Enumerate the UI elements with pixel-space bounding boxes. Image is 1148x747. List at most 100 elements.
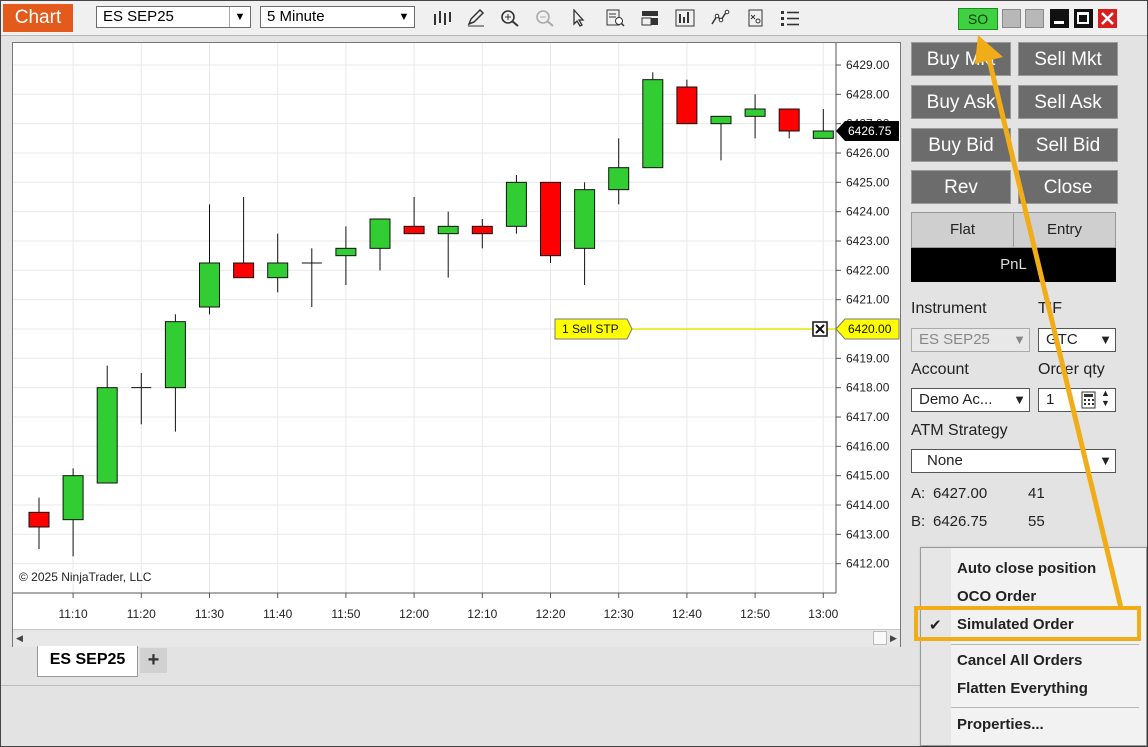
copyright-text: © 2025 NinjaTrader, LLC [19, 570, 152, 584]
candle-body [642, 79, 664, 169]
y-tick-label: 6422.00 [846, 263, 890, 277]
bars-icon[interactable] [431, 8, 453, 28]
x-tick-label: 12:00 [399, 607, 429, 621]
buy-mkt-button[interactable]: Buy Mkt [911, 42, 1011, 76]
x-tick-label: 12:30 [604, 607, 634, 621]
y-tick-label: 6425.00 [846, 175, 890, 189]
x-tick-label: 11:40 [263, 607, 292, 621]
chevron-down-icon: ▼ [1099, 332, 1112, 347]
x-tick-label: 11:50 [331, 607, 360, 621]
close-position-button[interactable]: Close [1018, 170, 1118, 204]
instrument-select: ES SEP25 ▼ [911, 328, 1030, 352]
toggle-icon[interactable] [639, 8, 661, 28]
y-tick-label: 6417.00 [846, 410, 890, 424]
toolbar: Chart ES SEP25 ▼ 5 Minute ▼ SO [1, 1, 1147, 36]
menu-item-flatten-everything[interactable]: Flatten Everything [957, 680, 1088, 697]
position-flat-label: Flat [949, 221, 975, 238]
atm-strategy-select[interactable]: None ▼ [911, 449, 1116, 473]
indicators-icon[interactable] [709, 8, 731, 28]
context-menu: Auto close position OCO Order ✔ Simulate… [920, 547, 1147, 746]
x-tick-label: 12:10 [467, 607, 497, 621]
x-tick-label: 11:30 [195, 607, 224, 621]
pencil-icon[interactable] [465, 8, 487, 28]
candle-body [812, 130, 834, 139]
candle-body [710, 115, 732, 125]
order-price-label: 6420.00 [848, 322, 892, 336]
menu-item-properties[interactable]: Properties... [957, 716, 1044, 733]
candle-body [28, 511, 50, 528]
order-qty-field[interactable]: 1 ▲ ▼ [1038, 388, 1116, 412]
zoom-in-icon[interactable] [499, 8, 521, 28]
scroll-right-icon[interactable]: ▶ [890, 633, 897, 644]
qty-stepper-icon[interactable]: ▲ ▼ [1101, 388, 1110, 408]
instrument-selector[interactable]: ES SEP25 ▼ [96, 6, 251, 28]
candle-body [335, 247, 357, 257]
account-select[interactable]: Demo Ac... ▼ [911, 388, 1030, 412]
pnl-display: PnL [911, 248, 1116, 282]
menu-item-auto-close-position[interactable]: Auto close position [957, 560, 1096, 577]
data-box-icon[interactable] [604, 8, 626, 28]
position-status: Flat Entry [911, 212, 1116, 248]
buy-ask-button[interactable]: Buy Ask [911, 85, 1011, 119]
sell-ask-button[interactable]: Sell Ask [1018, 85, 1118, 119]
candle-body [62, 475, 84, 521]
y-tick-label: 6413.00 [846, 527, 890, 541]
instrument-select-value: ES SEP25 [919, 331, 990, 348]
minimize-icon[interactable] [1050, 9, 1069, 28]
properties-icon[interactable] [779, 8, 801, 28]
sell-mkt-button[interactable]: Sell Mkt [1018, 42, 1118, 76]
y-tick-label: 6416.00 [846, 439, 890, 453]
chevron-down-icon: ▼ [229, 7, 250, 27]
tif-select-value: GTC [1046, 331, 1078, 348]
order-tag-label: 1 Sell STP [562, 322, 619, 336]
account-label: Account [911, 361, 969, 378]
candle-body [608, 167, 630, 191]
atm-strategy-value: None [927, 452, 963, 469]
candle-body [369, 218, 391, 249]
menu-item-cancel-all-orders[interactable]: Cancel All Orders [957, 652, 1082, 669]
y-tick-label: 6414.00 [846, 498, 890, 512]
y-tick-label: 6428.00 [846, 87, 890, 101]
horizontal-scrollbar[interactable]: ◀ ▶ [13, 629, 900, 647]
close-icon[interactable] [1098, 9, 1117, 28]
y-tick-label: 6412.00 [846, 557, 890, 571]
tab-es-sep25[interactable]: ES SEP25 [37, 646, 138, 677]
candle-body [233, 262, 255, 279]
reverse-button[interactable]: Rev [911, 170, 1011, 204]
pointer-icon[interactable] [568, 8, 590, 28]
chart-window: Chart ES SEP25 ▼ 5 Minute ▼ SO 1 Sell ST… [0, 0, 1148, 747]
x-tick-label: 13:00 [808, 607, 838, 621]
interval-selector[interactable]: 5 Minute ▼ [260, 6, 415, 28]
maximize-icon[interactable] [1074, 9, 1093, 28]
ask-price: 6427.00 [933, 485, 988, 502]
candle-body [540, 181, 561, 257]
chart-panel[interactable]: 1 Sell STP 6412.00 6413.00 6414.00 6415.00 6… [12, 42, 901, 647]
candle-body [164, 321, 186, 389]
scroll-thumb[interactable] [873, 631, 887, 645]
zoom-out-icon[interactable] [534, 8, 556, 28]
candle-body [574, 189, 596, 249]
ask-size: 41 [1028, 485, 1045, 502]
interval-selector-value: 5 Minute [267, 8, 325, 25]
sell-bid-button[interactable]: Sell Bid [1018, 128, 1118, 162]
menu-gutter [921, 548, 951, 745]
simulated-order-toggle[interactable]: SO [958, 8, 998, 30]
chevron-down-icon: ▼ [1013, 392, 1026, 407]
highlight-box [914, 606, 1141, 641]
group-button[interactable] [1025, 9, 1044, 28]
strategies-icon[interactable] [745, 8, 767, 28]
tif-label: TIF [1038, 300, 1062, 317]
tif-select[interactable]: GTC ▼ [1038, 328, 1116, 352]
menu-item-oco-order[interactable]: OCO Order [957, 588, 1036, 605]
scroll-left-icon[interactable]: ◀ [16, 633, 23, 644]
candle-body [403, 225, 425, 235]
chart-trader-icon[interactable] [674, 8, 696, 28]
add-tab-button[interactable]: + [140, 648, 167, 673]
price-chart[interactable]: 1 Sell STP 6412.00 6413.00 6414.00 6415.00 6… [13, 43, 900, 629]
y-tick-label: 6419.00 [846, 351, 890, 365]
calculator-icon[interactable] [1081, 391, 1097, 416]
y-tick-label: 6423.00 [846, 234, 890, 248]
window-title[interactable]: Chart [3, 4, 73, 32]
buy-bid-button[interactable]: Buy Bid [911, 128, 1011, 162]
link-button[interactable] [1002, 9, 1021, 28]
